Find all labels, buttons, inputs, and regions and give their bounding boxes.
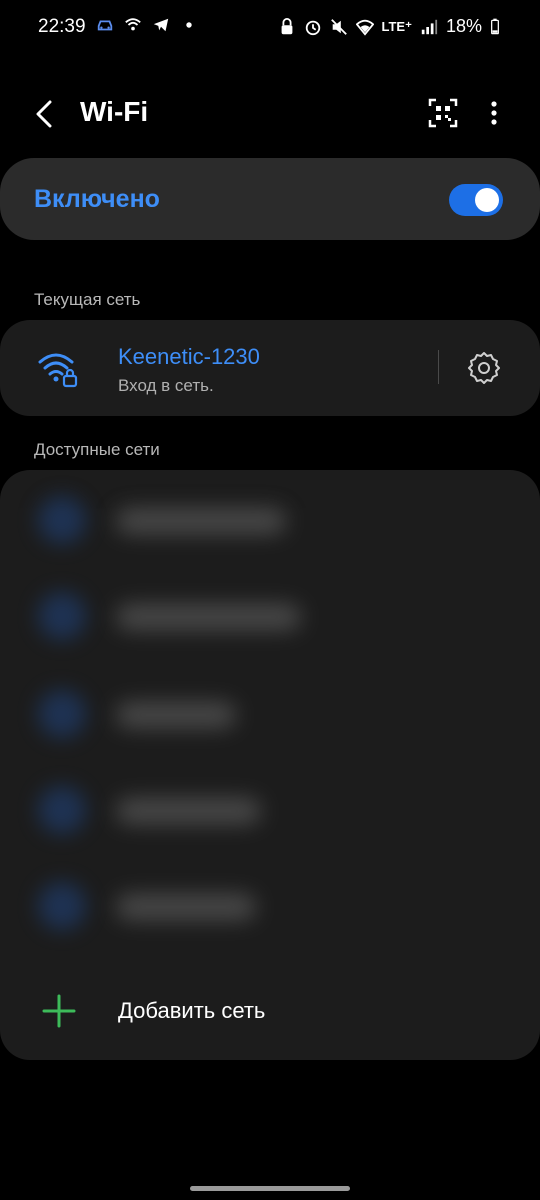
battery-icon <box>491 18 499 34</box>
wifi-icon <box>38 496 86 544</box>
wifi-icon <box>38 592 86 640</box>
list-item[interactable] <box>0 470 540 570</box>
wifi-calling-icon <box>125 18 141 31</box>
wifi-locked-icon <box>38 353 78 388</box>
current-network-name: Keenetic-1230 <box>118 344 260 369</box>
redacted-network-name <box>116 702 236 728</box>
wifi-toggle-label: Включено <box>34 185 160 213</box>
add-network-button[interactable]: Добавить сеть <box>0 970 540 1054</box>
car-icon <box>97 20 113 31</box>
status-notifications <box>96 16 198 34</box>
wifi-switch-knob <box>475 188 499 212</box>
list-item[interactable] <box>0 566 540 666</box>
redacted-network-name <box>116 894 256 920</box>
back-icon[interactable] <box>30 96 60 132</box>
wifi-icon <box>38 690 86 738</box>
redacted-network-name <box>116 604 301 630</box>
wifi-icon <box>38 882 86 930</box>
telegram-icon <box>153 18 169 32</box>
wifi-icon <box>38 786 86 834</box>
mute-icon <box>330 18 347 35</box>
signal-icon <box>421 19 438 34</box>
qr-code-icon[interactable] <box>428 98 458 128</box>
current-network-card[interactable]: Keenetic-1230 Вход в сеть. <box>0 320 540 416</box>
plus-icon <box>42 994 76 1028</box>
available-networks-card: Добавить сеть <box>0 470 540 1060</box>
page-title: Wi-Fi <box>80 96 149 127</box>
lte-icon: LTE⁺ <box>381 18 412 34</box>
alarm-icon <box>305 20 320 35</box>
lock-icon <box>281 17 292 34</box>
status-system-icons: LTE⁺ 18% <box>278 16 500 37</box>
status-time: 22:39 <box>38 16 86 37</box>
add-network-label: Добавить сеть <box>118 998 266 1023</box>
list-item[interactable] <box>0 856 540 956</box>
more-icon[interactable] <box>480 98 508 128</box>
battery-percent: 18% <box>445 16 482 36</box>
gear-icon[interactable] <box>466 350 502 386</box>
home-indicator[interactable] <box>190 1186 350 1191</box>
wifi-switch[interactable] <box>449 184 503 216</box>
dot-icon <box>186 22 192 28</box>
redacted-network-name <box>116 798 261 824</box>
status-bar: 22:39 LTE⁺ 18% <box>0 0 540 54</box>
divider <box>438 350 439 384</box>
redacted-network-name <box>116 508 286 534</box>
list-item[interactable] <box>0 760 540 860</box>
wifi-icon <box>355 19 374 36</box>
available-networks-heading: Доступные сети <box>34 440 160 459</box>
current-network-heading: Текущая сеть <box>34 290 141 309</box>
app-header: Wi-Fi <box>0 84 540 144</box>
current-network-status: Вход в сеть. <box>118 376 214 395</box>
list-item[interactable] <box>0 664 540 764</box>
